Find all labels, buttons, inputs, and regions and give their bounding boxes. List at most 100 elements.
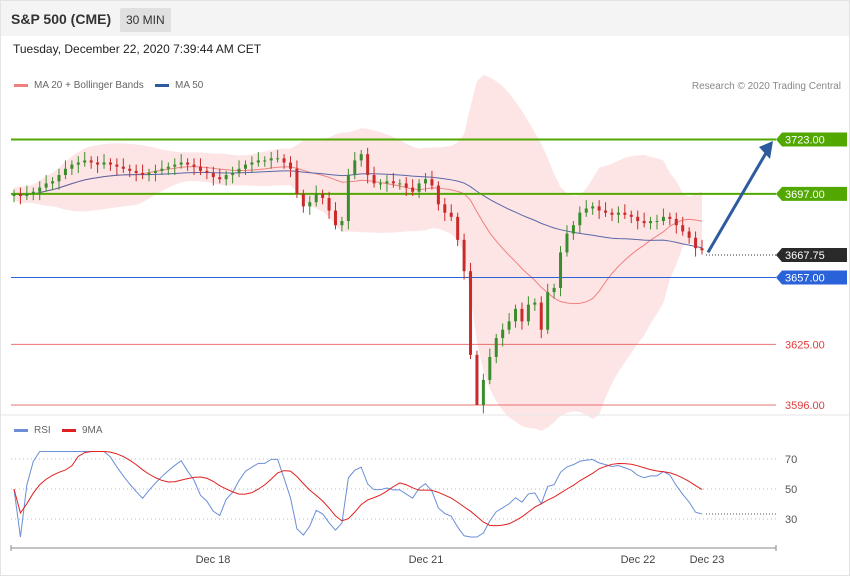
candle-body <box>623 212 627 215</box>
candle-body <box>604 210 608 213</box>
projection-arrow <box>706 141 773 254</box>
candle-body <box>494 338 498 357</box>
x-axis: Dec 18 Dec 21 Dec 22 Dec 23 <box>10 545 777 566</box>
candle-body <box>198 166 202 171</box>
candle-body <box>462 239 466 272</box>
candle-body <box>385 181 389 184</box>
candle-body <box>128 168 132 171</box>
candle-body <box>256 160 260 163</box>
candle-body <box>398 183 402 185</box>
level-label: 3625.00 <box>785 339 825 351</box>
candle-body <box>533 302 537 305</box>
candle-body <box>108 162 112 165</box>
candle-body <box>147 172 151 176</box>
candle-body <box>694 237 698 249</box>
bollinger-bands <box>14 74 702 431</box>
candle-body <box>436 185 440 205</box>
candle-body <box>76 162 80 165</box>
candle-body <box>649 221 653 224</box>
bollinger-band-area <box>14 74 702 431</box>
candle-body <box>179 162 183 165</box>
candle-body <box>38 187 42 192</box>
candle-body <box>173 164 177 167</box>
candle-body <box>591 206 595 209</box>
candle-body <box>700 248 704 251</box>
level-label: 3723.00 <box>785 135 825 147</box>
price-chart: 3723.00 3697.00 3667.75 3657.00 3625.00 3596.… <box>1 74 849 566</box>
x-tick-label: Dec 21 <box>409 554 444 566</box>
candle-body <box>546 292 550 330</box>
candle-body <box>224 175 228 180</box>
candle-body <box>269 158 273 161</box>
candle-body <box>141 172 145 176</box>
candle-body <box>417 183 421 192</box>
candle-body <box>102 162 106 165</box>
candle-body <box>63 168 67 176</box>
candle-body <box>353 160 357 176</box>
candle-body <box>333 210 337 226</box>
candle-body <box>12 193 16 196</box>
candle-body <box>237 168 241 173</box>
candle-body <box>456 216 460 240</box>
candle-body <box>379 183 383 185</box>
candle-body <box>70 164 74 169</box>
candle-body <box>115 164 119 167</box>
candle-body <box>346 175 350 222</box>
candle-body <box>243 164 247 169</box>
candle-body <box>96 162 100 165</box>
level-labels: 3723.00 3697.00 3667.75 3657.00 3625.00 3596.… <box>776 132 847 412</box>
level-label: 3697.00 <box>785 189 825 201</box>
candle-body <box>89 160 93 163</box>
candle-body <box>610 212 614 215</box>
candle-body <box>366 154 370 176</box>
candle-body <box>674 218 678 226</box>
candle-body <box>231 172 235 176</box>
candle-body <box>282 158 286 163</box>
candle-body <box>83 160 87 163</box>
x-tick-label: Dec 18 <box>196 554 231 566</box>
candle-body <box>668 216 672 219</box>
candle-body <box>661 216 665 222</box>
level-label: 3596.00 <box>785 400 825 412</box>
candle-body <box>250 162 254 165</box>
candle-body <box>655 221 659 223</box>
candle-body <box>160 168 164 171</box>
candle-body <box>288 162 292 169</box>
x-tick-label: Dec 22 <box>621 554 656 566</box>
candle-body <box>584 208 588 213</box>
candle-body <box>295 168 299 194</box>
candle-body <box>153 170 157 173</box>
candle-body <box>687 231 691 238</box>
candle-body <box>481 379 485 405</box>
candle-body <box>57 175 61 182</box>
rsi-pane: 70 50 30 <box>11 451 797 538</box>
candle-body <box>327 198 331 211</box>
candle-body <box>449 212 453 217</box>
rsi-line <box>13 451 703 538</box>
candle-body <box>411 187 415 192</box>
rsi-tick-label: 50 <box>785 484 797 496</box>
candle-body <box>514 308 518 322</box>
candle-body <box>559 252 563 288</box>
candle-body <box>507 321 511 330</box>
candle-body <box>520 308 524 322</box>
candle-body <box>308 202 312 207</box>
candle-body <box>121 166 125 169</box>
candle-body <box>25 193 29 196</box>
candle-body <box>552 287 556 293</box>
level-label: 3657.00 <box>785 272 825 284</box>
candle-body <box>205 170 209 173</box>
candle-body <box>565 233 569 253</box>
candle-body <box>616 212 620 215</box>
candle-body <box>134 170 138 173</box>
candle-body <box>340 221 344 226</box>
candle-body <box>31 191 35 194</box>
candle-body <box>166 166 170 169</box>
candle-body <box>186 162 190 165</box>
candle-body <box>636 216 640 222</box>
candle-body <box>314 193 318 203</box>
rsi-tick-label: 30 <box>785 514 797 526</box>
candle-body <box>321 193 325 199</box>
candle-body <box>218 177 222 180</box>
candle-body <box>211 172 215 178</box>
